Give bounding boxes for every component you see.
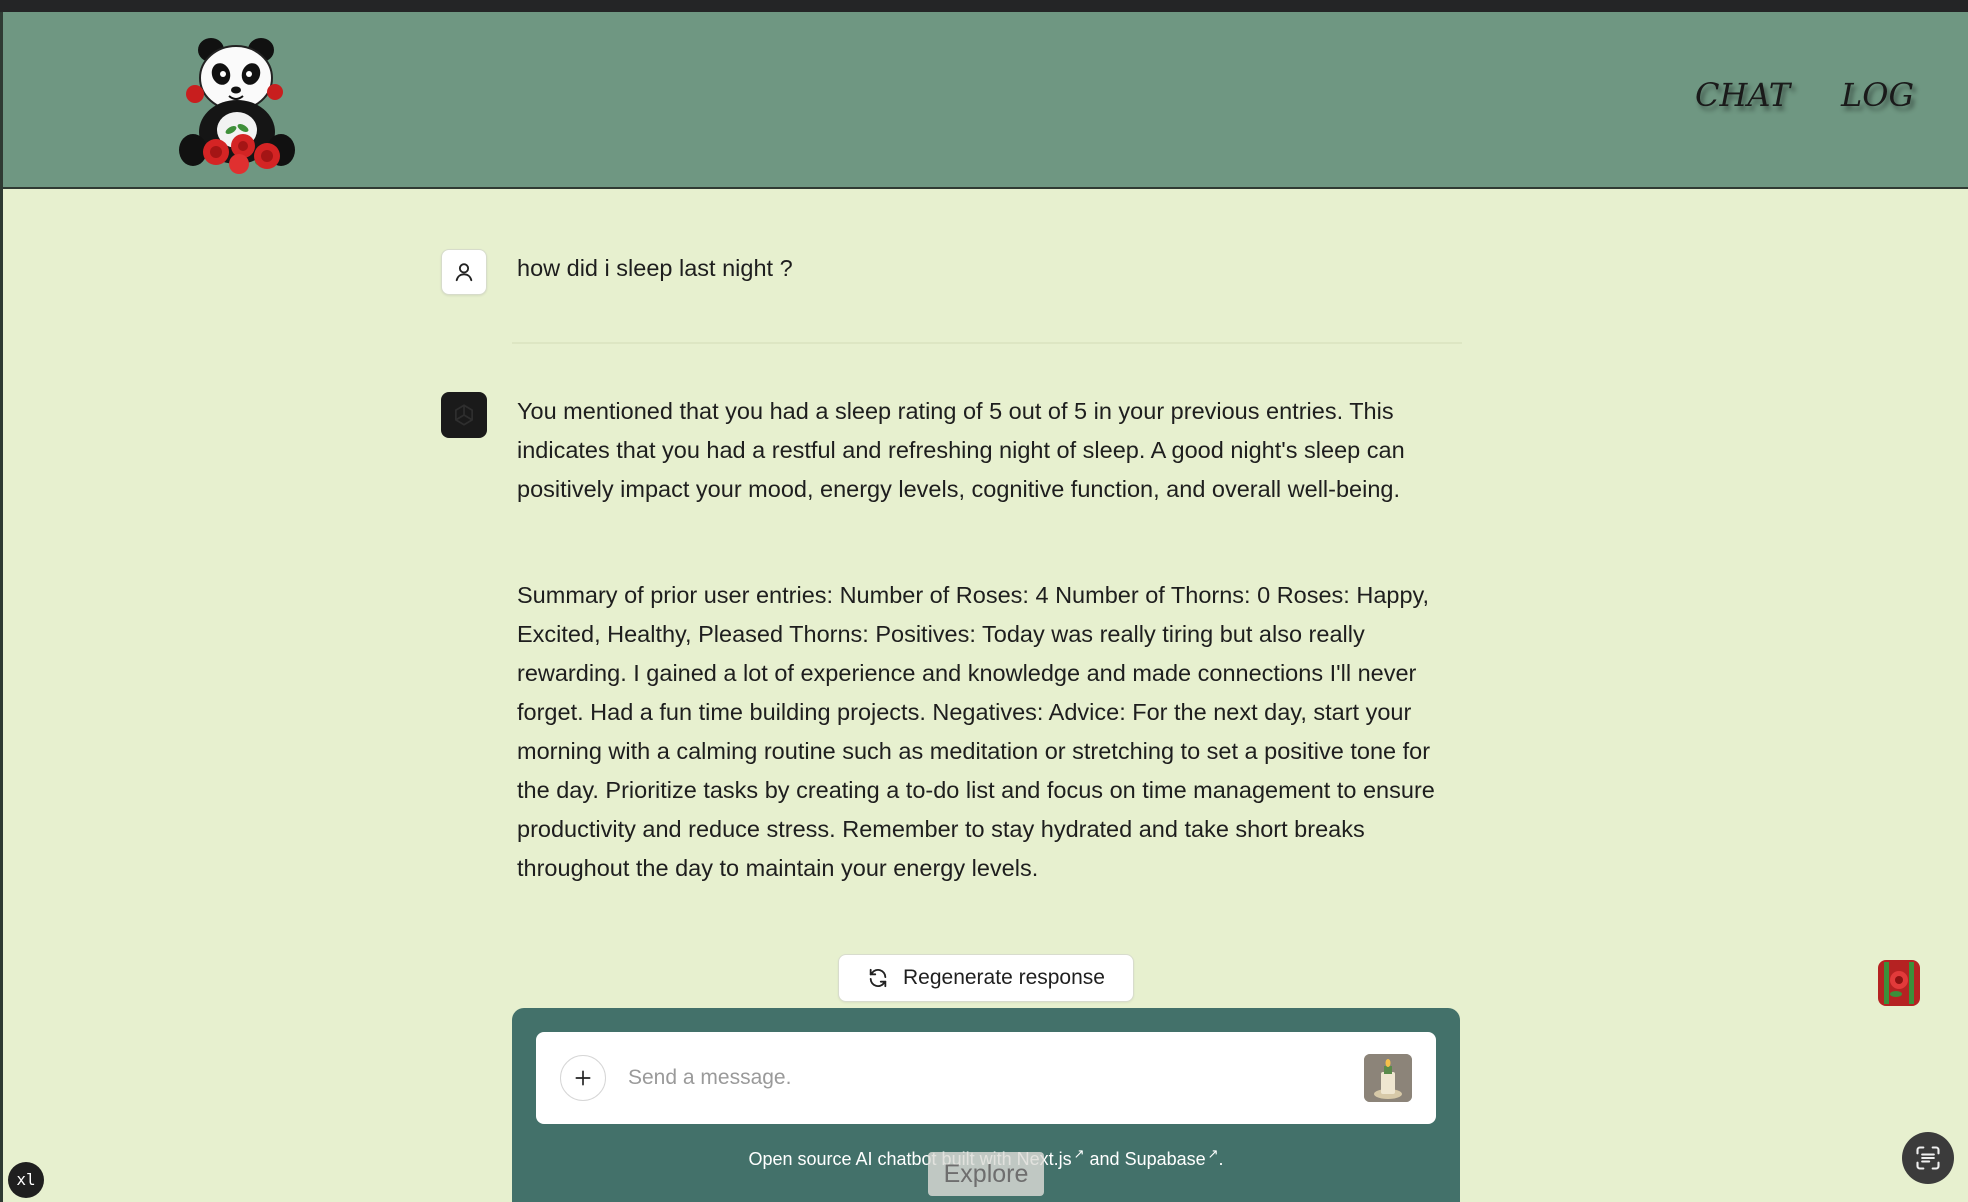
supabase-link[interactable]: Supabase ↗ [1125,1146,1219,1169]
regenerate-response-button[interactable]: Regenerate response [838,954,1134,1002]
xl-badge[interactable]: xl [8,1162,44,1198]
send-button[interactable] [1364,1054,1412,1102]
external-link-icon: ↗ [1207,1146,1219,1161]
message-input[interactable] [628,1054,1328,1102]
scan-text-button[interactable] [1902,1132,1954,1184]
panda-logo-icon[interactable] [171,30,307,176]
refresh-icon [869,968,887,988]
bamboo-rose-widget-icon[interactable] [1876,958,1922,1008]
assistant-paragraph-2: Summary of prior user entries: Number of… [517,582,1435,881]
new-chat-plus-button[interactable] [560,1055,606,1101]
nav-log-link[interactable]: LOG [1841,76,1914,114]
user-icon [455,263,473,282]
nav-chat-link[interactable]: CHAT [1695,76,1790,114]
left-edge-border [0,189,3,1202]
user-message-text: how did i sleep last night ? [517,255,793,281]
external-link-icon: ↗ [1073,1146,1085,1161]
message-divider [512,342,1462,344]
plus-icon [575,1070,591,1086]
composer-box [536,1032,1436,1124]
explore-button[interactable]: Explore [928,1152,1044,1196]
scan-text-icon [1916,1146,1940,1170]
assistant-avatar [441,392,487,438]
regenerate-label: Regenerate response [903,966,1105,989]
assistant-paragraph-1: You mentioned that you had a sleep ratin… [517,398,1405,502]
candle-send-icon [1364,1054,1412,1102]
openai-icon [455,404,473,426]
user-avatar [441,249,487,295]
app-header: CHAT LOG [0,12,1968,189]
window-top-strip [0,0,1968,12]
